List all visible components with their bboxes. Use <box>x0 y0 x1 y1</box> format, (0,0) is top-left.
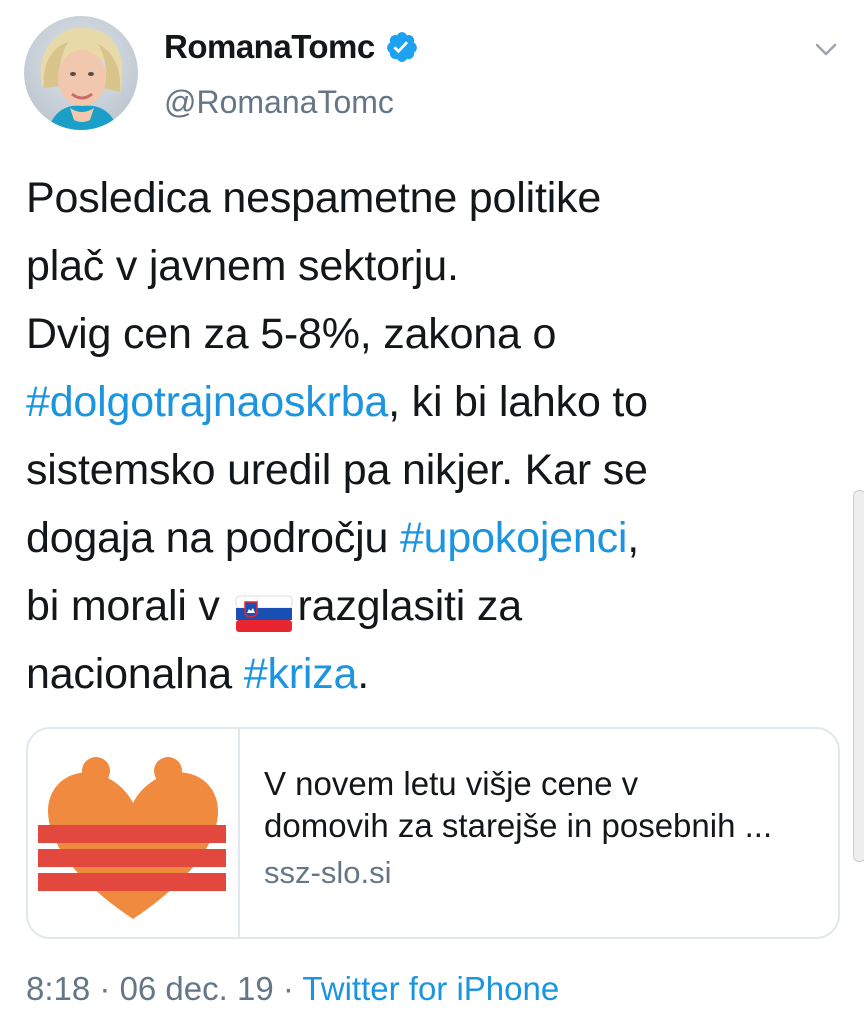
display-name[interactable]: RomanaTomc <box>164 28 375 66</box>
tweet-text-line: #dolgotrajnaoskrba, ki bi lahko to <box>26 368 846 436</box>
author-handle[interactable]: @RomanaTomc <box>164 84 394 121</box>
text-segment: Posledica nespametne politike <box>26 174 602 222</box>
meta-separator: · <box>90 970 120 1007</box>
text-segment: bi morali v <box>26 582 232 630</box>
tweet-text-line: bi morali v razglasiti za <box>26 572 846 640</box>
tweet-source-link[interactable]: Twitter for iPhone <box>302 970 559 1007</box>
tweet-text-line: Posledica nespametne politike <box>26 164 846 232</box>
heart-logo-icon <box>28 729 240 937</box>
link-card-body[interactable]: V novem letu višje cene v domovih za sta… <box>240 729 772 937</box>
tweet-text-line: sistemsko uredil pa nikjer. Kar se <box>26 436 846 504</box>
slovenia-flag-icon <box>235 586 293 632</box>
tweet-time: 8:18 <box>26 970 91 1007</box>
hashtag-link-upokojenci[interactable]: #upokojenci <box>400 514 628 562</box>
tweet-text: Posledica nespametne politike plač v jav… <box>26 164 846 708</box>
tweet-meta: 8:18 · 06 dec. 19 · Twitter for iPhone <box>26 970 559 1008</box>
text-segment: dogaja na področju <box>26 514 400 562</box>
tweet-text-line: Dvig cen za 5-8%, zakona o <box>26 300 846 368</box>
hashtag-link-dolgotrajnaoskrba[interactable]: #dolgotrajnaoskrba <box>26 378 388 426</box>
tweet-detail: RomanaTomc @RomanaTomc Posledica nespame… <box>0 0 864 1024</box>
text-segment: , <box>627 514 640 562</box>
tweet-text-line: plač v javnem sektorju. <box>26 232 846 300</box>
tweet-date[interactable]: 06 dec. 19 <box>120 970 274 1007</box>
text-segment: . <box>357 650 370 698</box>
link-card-title[interactable]: V novem letu višje cene v domovih za sta… <box>264 763 772 847</box>
text-segment: razglasiti za <box>297 582 522 630</box>
link-card-domain: ssz-slo.si <box>264 855 392 890</box>
chevron-down-icon[interactable] <box>812 36 840 64</box>
link-card-title-line: domovih za starejše in posebnih ... <box>264 807 773 844</box>
text-segment: nacionalna <box>26 650 244 698</box>
author-row[interactable]: RomanaTomc <box>164 28 419 66</box>
scrollbar[interactable] <box>853 490 864 862</box>
hashtag-link-kriza[interactable]: #kriza <box>244 650 358 698</box>
link-preview-card[interactable]: V novem letu višje cene v domovih za sta… <box>26 727 840 939</box>
verified-badge-icon <box>385 30 419 64</box>
link-card-title-line: V novem letu višje cene v <box>264 765 639 802</box>
text-segment: Dvig cen za 5-8%, zakona o <box>26 310 557 358</box>
text-segment: sistemsko uredil pa nikjer. Kar se <box>26 446 648 494</box>
tweet-text-line: dogaja na področju #upokojenci, <box>26 504 846 572</box>
text-segment: , ki bi lahko to <box>388 378 648 426</box>
meta-separator: · <box>273 970 303 1007</box>
avatar[interactable] <box>24 16 138 130</box>
tweet-text-line: nacionalna #kriza. <box>26 640 846 708</box>
text-segment: plač v javnem sektorju. <box>26 242 459 290</box>
